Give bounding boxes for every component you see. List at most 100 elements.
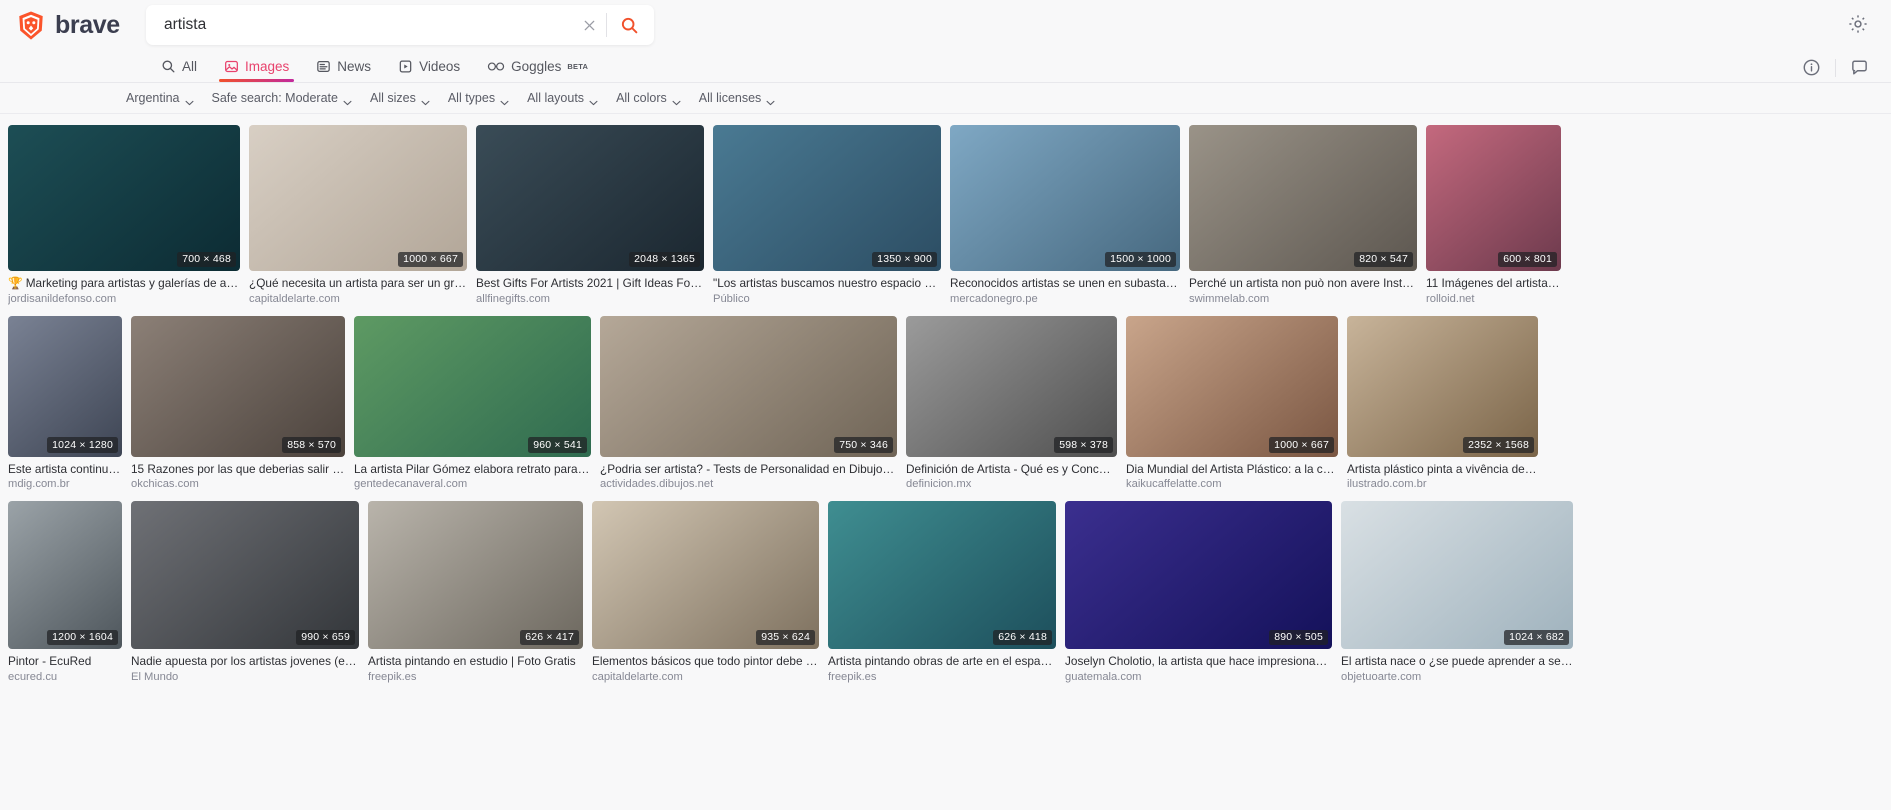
result-title[interactable]: ¿Qué necesita un artista para ser un gra… (249, 276, 467, 291)
search-input[interactable] (164, 16, 576, 34)
result-source[interactable]: okchicas.com (131, 478, 345, 490)
image-result-card[interactable]: 1024 × 682 El artista nace o ¿se puede ap… (1341, 501, 1573, 683)
result-source[interactable]: definicion.mx (906, 478, 1117, 490)
result-source[interactable]: Público (713, 293, 941, 305)
filter-region[interactable]: Argentina (126, 91, 194, 106)
result-title[interactable]: Nadie apuesta por los artistas jovenes (… (131, 654, 359, 669)
image-result-card[interactable]: 1024 × 1280 Este artista continua pi...md… (8, 315, 122, 490)
result-thumbnail[interactable]: 935 × 624 (592, 501, 819, 650)
result-title[interactable]: Artista pintando en estudio | Foto Grati… (368, 654, 583, 669)
result-thumbnail[interactable]: 1000 × 667 (249, 125, 467, 271)
brave-logo[interactable]: brave (16, 10, 124, 41)
result-thumbnail[interactable]: 890 × 505 (1065, 501, 1332, 650)
result-title[interactable]: Artista pintando obras de arte en el esp… (828, 654, 1056, 669)
result-source[interactable]: mercadonegro.pe (950, 293, 1180, 305)
result-source[interactable]: actividades.dibujos.net (600, 478, 897, 490)
result-source[interactable]: ilustrado.com.br (1347, 478, 1538, 490)
filter-safesearch[interactable]: Safe search: Moderate (212, 91, 352, 106)
result-title[interactable]: Este artista continua pi... (8, 462, 122, 477)
result-title[interactable]: Joselyn Cholotio, la artista que hace im… (1065, 654, 1332, 669)
result-thumbnail[interactable]: 2352 × 1568 (1347, 315, 1538, 457)
result-thumbnail[interactable]: 1024 × 1280 (8, 315, 122, 457)
tab-all[interactable]: All (150, 55, 208, 82)
result-thumbnail[interactable]: 820 × 547 (1189, 125, 1417, 271)
image-result-card[interactable]: 598 × 378 Definición de Artista - Qué es … (906, 315, 1117, 490)
image-result-card[interactable]: 890 × 505 Joselyn Cholotio, la artista qu… (1065, 501, 1332, 683)
result-title[interactable]: Definición de Artista - Qué es y Concept… (906, 462, 1117, 477)
result-thumbnail[interactable]: 750 × 346 (600, 315, 897, 457)
image-result-card[interactable]: 2352 × 1568 Artista plástico pinta a vivê… (1347, 315, 1538, 490)
result-thumbnail[interactable]: 1500 × 1000 (950, 125, 1180, 271)
result-source[interactable]: rolloid.net (1426, 293, 1561, 305)
result-title[interactable]: El artista nace o ¿se puede aprender a s… (1341, 654, 1573, 669)
info-icon[interactable] (1802, 58, 1821, 77)
result-title[interactable]: Dia Mundial del Artista Plástico: a la c… (1126, 462, 1338, 477)
filter-sizes[interactable]: All sizes (370, 91, 430, 106)
filter-layouts[interactable]: All layouts (527, 91, 598, 106)
image-result-card[interactable]: 750 × 346 ¿Podria ser artista? - Tests de… (600, 315, 897, 490)
image-result-card[interactable]: 820 × 547 Perché un artista non può non a… (1189, 125, 1417, 305)
result-title[interactable]: Best Gifts For Artists 2021 | Gift Ideas… (476, 276, 704, 291)
search-icon[interactable] (612, 10, 646, 40)
feedback-icon[interactable] (1850, 58, 1869, 77)
result-thumbnail[interactable]: 626 × 417 (368, 501, 583, 650)
tab-news[interactable]: News (305, 55, 382, 82)
result-title[interactable]: Reconocidos artistas se unen en subasta … (950, 276, 1180, 291)
result-source[interactable]: capitaldelarte.com (249, 293, 467, 305)
result-thumbnail[interactable]: 598 × 378 (906, 315, 1117, 457)
result-thumbnail[interactable]: 990 × 659 (131, 501, 359, 650)
image-result-card[interactable]: 990 × 659 Nadie apuesta por los artistas … (131, 501, 359, 683)
result-source[interactable]: ecured.cu (8, 671, 122, 683)
filter-licenses[interactable]: All licenses (699, 91, 776, 106)
result-source[interactable]: capitaldelarte.com (592, 671, 819, 683)
filter-colors[interactable]: All colors (616, 91, 681, 106)
image-result-card[interactable]: 1000 × 667 Dia Mundial del Artista Plásti… (1126, 315, 1338, 490)
result-thumbnail[interactable]: 960 × 541 (354, 315, 591, 457)
result-source[interactable]: El Mundo (131, 671, 359, 683)
tab-videos[interactable]: Videos (387, 55, 471, 82)
result-title[interactable]: 15 Razones por las que deberias salir co… (131, 462, 345, 477)
result-thumbnail[interactable]: 858 × 570 (131, 315, 345, 457)
result-thumbnail[interactable]: 626 × 418 (828, 501, 1056, 650)
result-title[interactable]: 11 Imágenes del artista vir... (1426, 276, 1561, 291)
image-result-card[interactable]: 1500 × 1000 Reconocidos artistas se unen … (950, 125, 1180, 305)
result-title[interactable]: "Los artistas buscamos nuestro espacio e… (713, 276, 941, 291)
tab-goggles[interactable]: Goggles BETA (476, 55, 599, 82)
result-thumbnail[interactable]: 1200 × 1604 (8, 501, 122, 650)
image-result-card[interactable]: 858 × 570 15 Razones por las que deberias… (131, 315, 345, 490)
image-result-card[interactable]: 1000 × 667 ¿Qué necesita un artista para … (249, 125, 467, 305)
result-thumbnail[interactable]: 600 × 801 (1426, 125, 1561, 271)
image-result-card[interactable]: 1200 × 1604 Pintor - EcuRed ecured.cu (8, 501, 122, 683)
search-bar[interactable] (146, 5, 654, 45)
result-source[interactable]: jordisanildefonso.com (8, 293, 240, 305)
result-source[interactable]: kaikucaffelatte.com (1126, 478, 1338, 490)
result-title[interactable]: La artista Pilar Gómez elabora retrato p… (354, 462, 591, 477)
result-source[interactable]: swimmelab.com (1189, 293, 1417, 305)
result-title[interactable]: Pintor - EcuRed (8, 654, 122, 669)
result-thumbnail[interactable]: 1024 × 682 (1341, 501, 1573, 650)
image-result-card[interactable]: 2048 × 1365 Best Gifts For Artists 2021 |… (476, 125, 704, 305)
result-source[interactable]: objetuoarte.com (1341, 671, 1573, 683)
image-result-card[interactable]: 960 × 541 La artista Pilar Gómez elabora … (354, 315, 591, 490)
result-source[interactable]: freepik.es (828, 671, 1056, 683)
image-result-card[interactable]: 626 × 417 Artista pintando en estudio | F… (368, 501, 583, 683)
result-thumbnail[interactable]: 700 × 468 (8, 125, 240, 271)
image-result-card[interactable]: 1350 × 900 "Los artistas buscamos nuestro… (713, 125, 941, 305)
image-result-card[interactable]: 700 × 468 🏆 Marketing para artistas y gale… (8, 125, 240, 305)
result-title[interactable]: 🏆 Marketing para artistas y galerías de a… (8, 276, 240, 291)
tab-images[interactable]: Images (213, 55, 300, 82)
result-title[interactable]: Perché un artista non può non avere Inst… (1189, 276, 1417, 291)
result-title[interactable]: Elementos básicos que todo pintor debe t… (592, 654, 819, 669)
image-result-card[interactable]: 600 × 801 11 Imágenes del artista vir... r… (1426, 125, 1561, 305)
result-title[interactable]: ¿Podria ser artista? - Tests de Personal… (600, 462, 897, 477)
result-source[interactable]: gentedecanaveral.com (354, 478, 591, 490)
result-source[interactable]: mdig.com.br (8, 478, 122, 490)
result-source[interactable]: guatemala.com (1065, 671, 1332, 683)
close-icon[interactable] (576, 12, 602, 38)
result-source[interactable]: freepik.es (368, 671, 583, 683)
image-result-card[interactable]: 935 × 624 Elementos básicos que todo pint… (592, 501, 819, 683)
gear-icon[interactable] (1847, 13, 1869, 35)
result-thumbnail[interactable]: 1000 × 667 (1126, 315, 1338, 457)
result-source[interactable]: allfinegifts.com (476, 293, 704, 305)
image-result-card[interactable]: 626 × 418 Artista pintando obras de arte … (828, 501, 1056, 683)
